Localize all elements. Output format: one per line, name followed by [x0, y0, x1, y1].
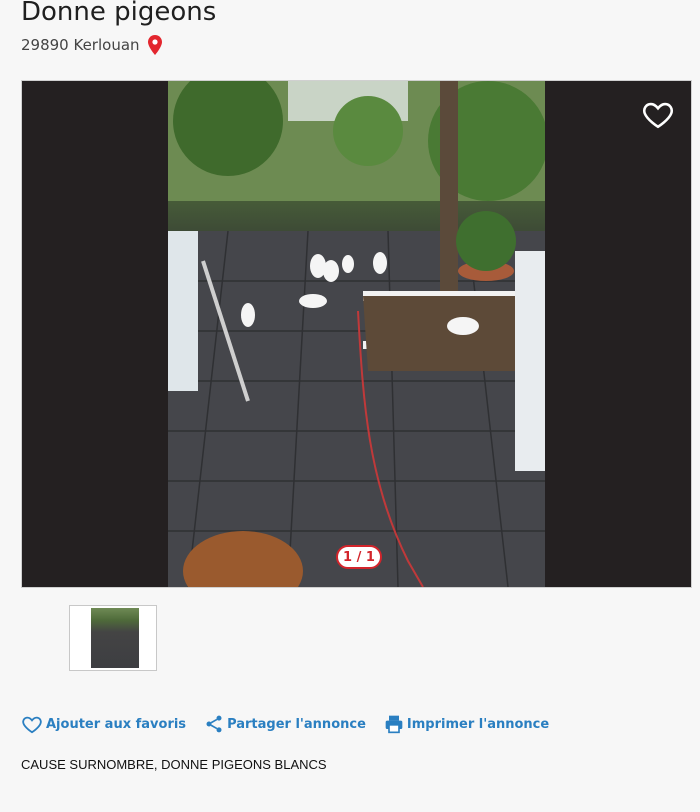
thumbnail-image	[91, 608, 139, 668]
gallery-thumbnail[interactable]	[69, 605, 157, 671]
share-listing-label: Partager l'annonce	[227, 716, 366, 732]
page-title: Donne pigeons	[21, 0, 217, 27]
photo-gallery[interactable]: 1 / 1	[21, 80, 692, 588]
listing-location: 29890 Kerlouan	[21, 35, 162, 55]
share-listing-button[interactable]: Partager l'annonce	[204, 714, 366, 734]
print-icon	[385, 715, 403, 734]
print-listing-button[interactable]: Imprimer l'annonce	[384, 714, 549, 734]
share-icon	[206, 715, 222, 733]
add-to-favorites-label: Ajouter aux favoris	[46, 716, 187, 732]
listing-actions: Ajouter aux favoris Partager l'annonce I…	[21, 714, 567, 734]
heart-icon	[22, 716, 42, 734]
print-listing-label: Imprimer l'annonce	[406, 716, 550, 732]
listing-photo[interactable]	[168, 81, 545, 587]
listing-description: CAUSE SURNOMBRE, DONNE PIGEONS BLANCS	[21, 757, 327, 772]
image-counter-badge: 1 / 1	[336, 545, 382, 569]
photo-illustration	[168, 81, 545, 587]
location-text: 29890 Kerlouan	[21, 36, 140, 54]
favorite-heart-button[interactable]	[641, 97, 675, 131]
thumbnail-frame	[72, 608, 154, 668]
heart-outline-icon	[643, 102, 673, 129]
location-pin-icon[interactable]	[147, 35, 162, 55]
add-to-favorites-button[interactable]: Ajouter aux favoris	[21, 714, 186, 734]
